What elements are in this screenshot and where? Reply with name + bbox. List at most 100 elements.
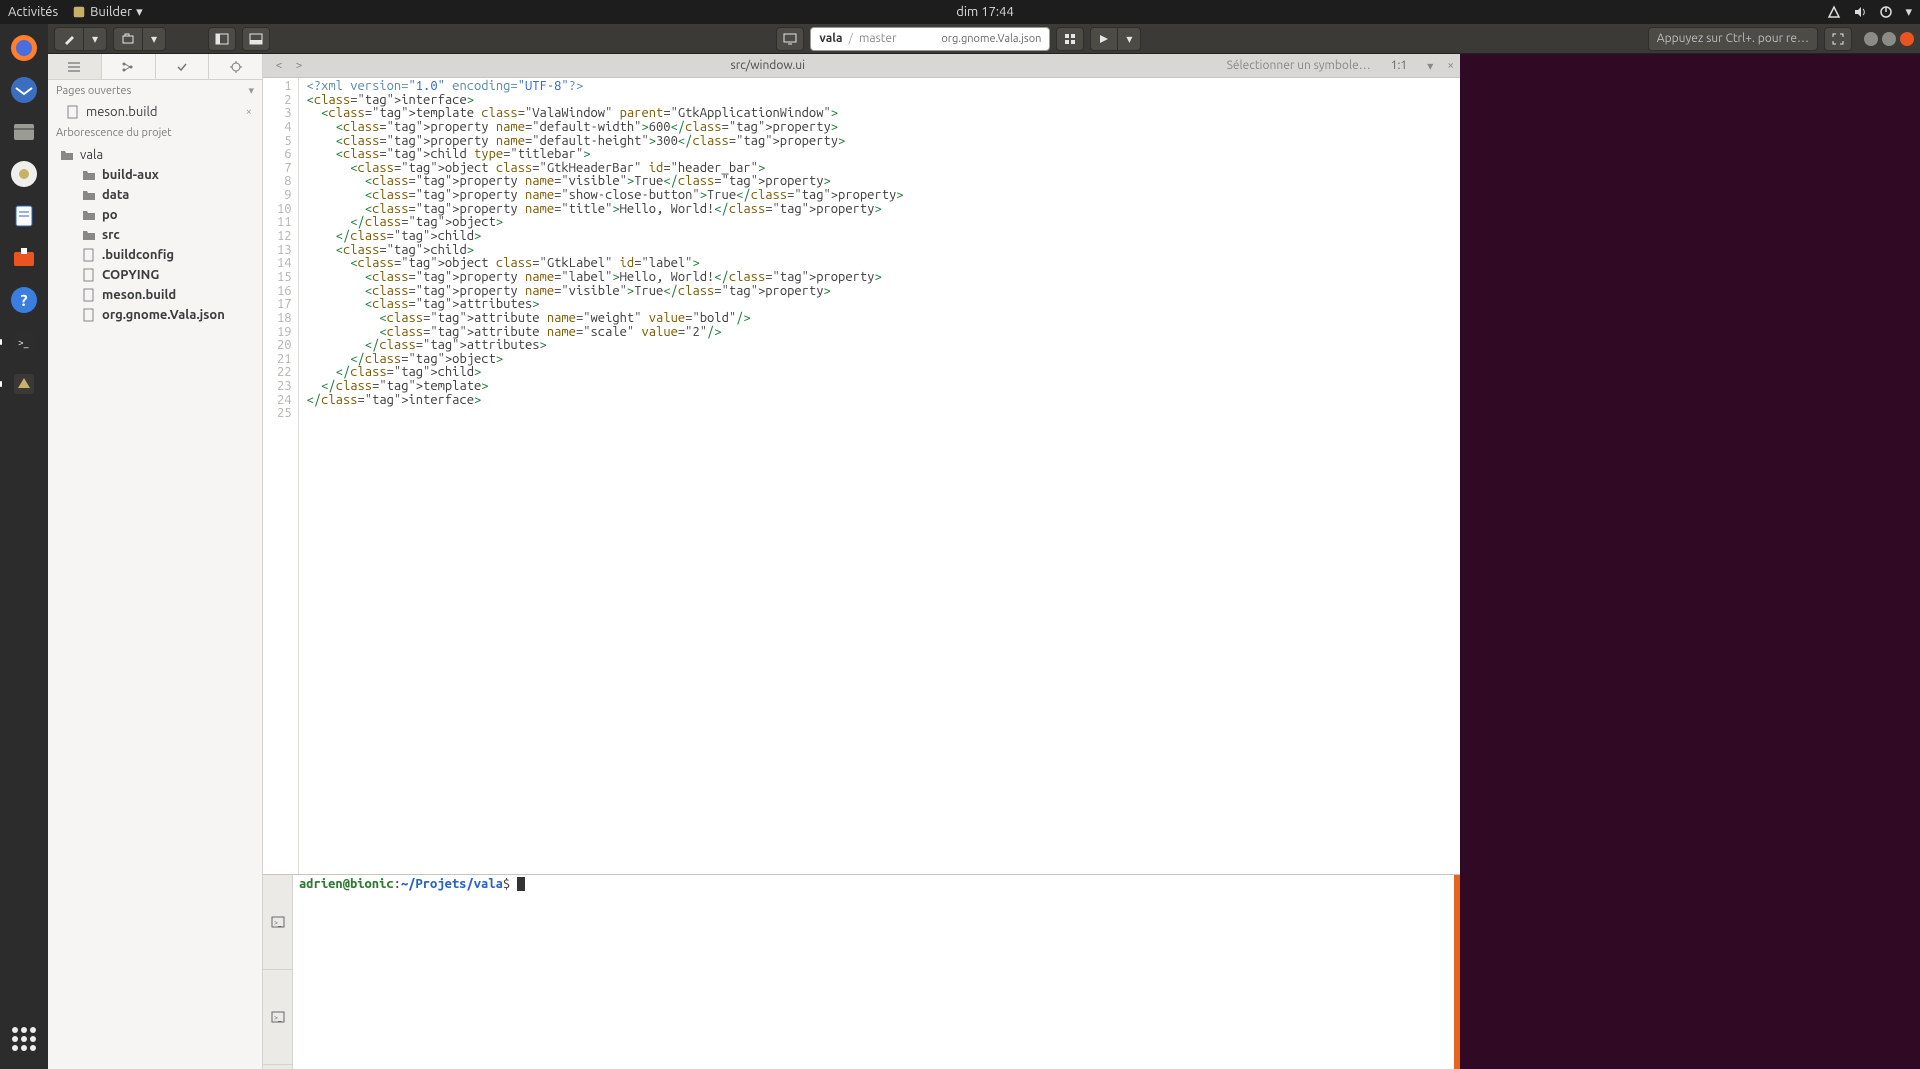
- editor-tabbar: < > src/window.ui Sélectionner un symbol…: [263, 54, 1460, 78]
- clock[interactable]: dim 17:44: [143, 5, 1828, 19]
- build-button[interactable]: [1056, 27, 1084, 51]
- project-tree: vala build-aux data po src .buildconfig COPYI…: [48, 143, 262, 1069]
- dock-show-apps[interactable]: [4, 1019, 44, 1059]
- builder-window: ▾ ▾ vala / master org.gnome.Vala.json ▾ …: [48, 24, 1920, 1069]
- builder-app-icon: [72, 5, 86, 19]
- folder-icon: [82, 168, 96, 182]
- tree-item[interactable]: src: [48, 225, 262, 245]
- run-button[interactable]: ▾: [1090, 27, 1141, 51]
- omni-branch: master: [859, 32, 897, 45]
- terminal-tab-2[interactable]: >_: [263, 970, 292, 1065]
- dock-rhythmbox[interactable]: [4, 154, 44, 194]
- nav-back[interactable]: <: [269, 59, 289, 72]
- tree-item[interactable]: .buildconfig: [48, 245, 262, 265]
- tab-menu-chevron[interactable]: ▾: [1427, 59, 1433, 73]
- svg-text:?: ?: [20, 292, 27, 310]
- desktop-background: [1460, 54, 1920, 1069]
- global-search[interactable]: Appuyez sur Ctrl+. pour re…: [1648, 27, 1818, 51]
- tree-item[interactable]: data: [48, 185, 262, 205]
- open-icon: [114, 28, 143, 50]
- tree-root[interactable]: vala: [48, 145, 262, 165]
- file-icon: [82, 248, 96, 262]
- tree-item[interactable]: meson.build: [48, 285, 262, 305]
- sidebar-tab-list[interactable]: [48, 54, 102, 79]
- folder-icon: [82, 188, 96, 202]
- fullscreen-button[interactable]: [1824, 27, 1852, 51]
- folder-icon: [82, 228, 96, 242]
- dock-terminal[interactable]: >_: [4, 322, 44, 362]
- tree-item-label: .buildconfig: [102, 248, 174, 262]
- app-menu[interactable]: Builder ▾: [72, 5, 142, 20]
- dock-thunderbird[interactable]: [4, 70, 44, 110]
- tree-item-label: meson.build: [102, 288, 176, 302]
- terminal-scrollbar[interactable]: [1454, 875, 1460, 1069]
- tree-item-label: data: [102, 188, 129, 202]
- volume-icon[interactable]: [1853, 5, 1867, 19]
- close-tab[interactable]: ×: [1447, 59, 1454, 72]
- code-editor[interactable]: 1234567891011121314151617181920212223242…: [263, 78, 1460, 874]
- nav-forward[interactable]: >: [289, 59, 309, 72]
- tree-item-label: org.gnome.Vala.json: [102, 308, 225, 322]
- editor-area: < > src/window.ui Sélectionner un symbol…: [263, 54, 1460, 1069]
- folder-icon: [60, 148, 74, 162]
- window-maximize[interactable]: [1882, 32, 1896, 46]
- network-icon[interactable]: [1827, 5, 1841, 19]
- open-file-item[interactable]: meson.build ×: [48, 101, 262, 123]
- file-icon: [82, 308, 96, 322]
- editor-title: src/window.ui: [309, 59, 1227, 72]
- file-icon: [66, 105, 80, 119]
- gnome-topbar: Activités Builder ▾ dim 17:44 ▾: [0, 0, 1920, 24]
- open-button[interactable]: ▾: [113, 27, 166, 51]
- screen-icon[interactable]: [776, 27, 804, 51]
- system-menu-chevron[interactable]: ▾: [1905, 5, 1912, 20]
- omni-project: vala: [819, 32, 842, 45]
- headerbar: ▾ ▾ vala / master org.gnome.Vala.json ▾ …: [48, 24, 1920, 54]
- window-minimize[interactable]: [1864, 32, 1878, 46]
- new-button[interactable]: ▾: [54, 27, 107, 51]
- omni-runtarget: org.gnome.Vala.json: [941, 33, 1041, 45]
- project-tree-header: Arborescence du projet: [48, 123, 262, 143]
- dock-firefox[interactable]: [4, 28, 44, 68]
- dock-writer[interactable]: [4, 196, 44, 236]
- left-panel-toggle[interactable]: [208, 27, 236, 51]
- tree-item[interactable]: po: [48, 205, 262, 225]
- tree-item[interactable]: build-aux: [48, 165, 262, 185]
- sidebar-tab-tree[interactable]: [102, 54, 156, 79]
- tree-item-label: src: [102, 228, 120, 242]
- symbol-selector[interactable]: Sélectionner un symbole…: [1227, 59, 1371, 72]
- play-icon: [1091, 28, 1118, 50]
- dock-files[interactable]: [4, 112, 44, 152]
- open-pages-header: Pages ouvertes ▾: [48, 80, 262, 101]
- activities-button[interactable]: Activités: [8, 5, 58, 19]
- file-icon: [82, 288, 96, 302]
- sidebar: Pages ouvertes ▾ meson.build × Arboresce…: [48, 54, 263, 1069]
- tree-item[interactable]: org.gnome.Vala.json: [48, 305, 262, 325]
- tree-item-label: COPYING: [102, 268, 159, 282]
- svg-text:>_: >_: [18, 337, 29, 348]
- omnibar[interactable]: vala / master org.gnome.Vala.json: [810, 27, 1050, 51]
- power-icon[interactable]: [1879, 5, 1893, 19]
- tree-item-label: po: [102, 208, 118, 222]
- file-icon: [82, 268, 96, 282]
- terminal[interactable]: adrien@bionic:~/Projets/vala$: [293, 875, 1460, 1069]
- dock-builder[interactable]: [4, 364, 44, 404]
- svg-text:>_: >_: [274, 1014, 282, 1022]
- folder-icon: [82, 208, 96, 222]
- bottom-panel: >_ >_ adrien@bionic:~/Projets/vala$: [263, 874, 1460, 1069]
- cursor-position[interactable]: 1:1: [1391, 59, 1408, 72]
- window-close[interactable]: [1900, 32, 1914, 46]
- dock-software[interactable]: [4, 238, 44, 278]
- bottom-panel-toggle[interactable]: [242, 27, 270, 51]
- terminal-cursor: [517, 877, 525, 891]
- ubuntu-dock: ? >_: [0, 24, 48, 1069]
- dock-help[interactable]: ?: [4, 280, 44, 320]
- tree-item-label: build-aux: [102, 168, 159, 182]
- svg-text:>_: >_: [274, 919, 282, 927]
- sidebar-tab-debug[interactable]: [209, 54, 262, 79]
- pencil-icon: [55, 28, 84, 50]
- tree-item[interactable]: COPYING: [48, 265, 262, 285]
- terminal-tab-1[interactable]: >_: [263, 875, 292, 970]
- sidebar-tab-todo[interactable]: [156, 54, 210, 79]
- close-file-icon[interactable]: ×: [246, 106, 252, 118]
- chevron-down-icon[interactable]: ▾: [248, 84, 254, 97]
